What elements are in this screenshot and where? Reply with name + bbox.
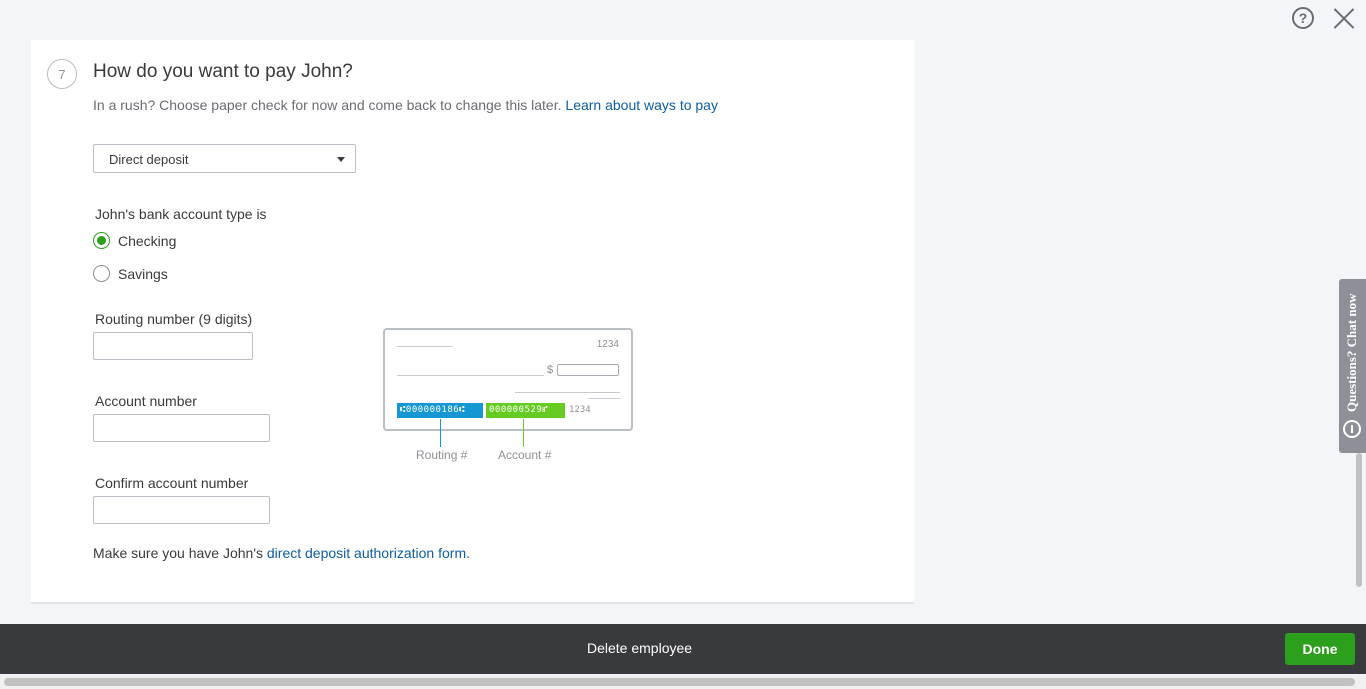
- account-type-label: John's bank account type is: [95, 206, 267, 222]
- bottom-action-bar: Delete employee Done: [0, 624, 1366, 674]
- radio-savings-indicator[interactable]: [93, 265, 110, 282]
- routing-number-label: Routing number (9 digits): [95, 311, 253, 327]
- section-title: How do you want to pay John?: [93, 61, 353, 82]
- radio-checking-label: Checking: [118, 232, 177, 249]
- authorization-note-text: Make sure you have John's: [93, 545, 263, 561]
- payment-method-select[interactable]: Direct deposit: [93, 144, 356, 173]
- check-amount-box: [557, 364, 619, 376]
- radio-savings-label: Savings: [118, 265, 168, 282]
- horizontal-scrollbar[interactable]: [0, 675, 1366, 689]
- routing-pointer-line: [440, 419, 441, 447]
- chevron-down-icon: [337, 157, 345, 162]
- learn-ways-to-pay-link[interactable]: Learn about ways to pay: [565, 97, 718, 113]
- subtitle-text: In a rush? Choose paper check for now an…: [93, 97, 562, 113]
- account-number-input[interactable]: [93, 414, 270, 442]
- authorization-form-link[interactable]: direct deposit authorization form.: [267, 545, 470, 561]
- check-signature-line: [515, 392, 620, 393]
- routing-micr: ⑆000000186⑆: [397, 403, 483, 418]
- confirm-account-number-input[interactable]: [93, 496, 270, 524]
- check-number: 1234: [596, 339, 619, 350]
- confirm-account-number-label: Confirm account number: [95, 475, 249, 491]
- payment-method-value: Direct deposit: [109, 152, 189, 167]
- delete-employee-button[interactable]: Delete employee: [587, 640, 692, 656]
- pay-section-card: 7 How do you want to pay John? In a rush…: [31, 40, 914, 604]
- check-line: [397, 375, 544, 376]
- right-panel: [914, 40, 1322, 624]
- radio-checking[interactable]: Checking: [93, 232, 176, 249]
- routing-number-input[interactable]: [93, 332, 253, 360]
- top-icons: ?: [1292, 6, 1356, 30]
- check-line: [589, 398, 620, 399]
- done-button[interactable]: Done: [1285, 633, 1355, 665]
- step-number: 7: [47, 59, 77, 89]
- vertical-scrollbar-thumb[interactable]: [1356, 453, 1362, 587]
- check-number-micr: 1234: [569, 405, 591, 415]
- check-line: [397, 346, 452, 347]
- account-number-label: Account number: [95, 393, 197, 409]
- radio-checking-indicator[interactable]: [93, 232, 110, 249]
- account-caption: Account #: [498, 448, 552, 462]
- close-icon[interactable]: [1332, 6, 1356, 30]
- help-icon[interactable]: ?: [1292, 7, 1314, 29]
- routing-caption: Routing #: [416, 448, 468, 462]
- radio-savings[interactable]: Savings: [93, 265, 168, 282]
- check-dollar-sign: $: [547, 364, 554, 376]
- account-micr: 000000529⑈: [486, 403, 565, 418]
- horizontal-scrollbar-thumb[interactable]: [4, 678, 1355, 686]
- section-subtitle: In a rush? Choose paper check for now an…: [93, 97, 718, 113]
- check-illustration: 1234 $ ⑆000000186⑆ 000000529⑈ 1234: [383, 328, 633, 431]
- authorization-note: Make sure you have John's direct deposit…: [93, 545, 470, 561]
- account-pointer-line: [523, 419, 524, 447]
